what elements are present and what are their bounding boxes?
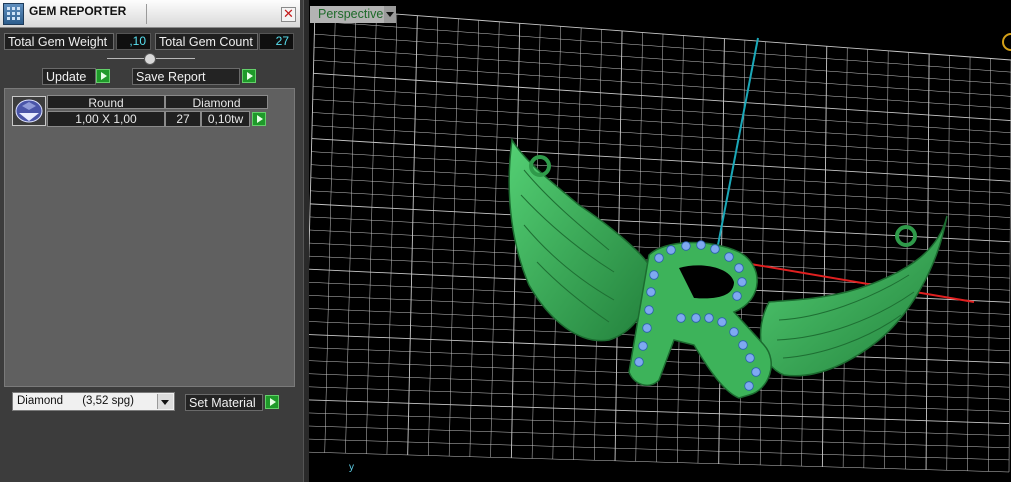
total-gem-weight-label: Total Gem Weight (4, 33, 114, 50)
round-gem-icon[interactable] (12, 96, 46, 126)
material-select-value: Diamond (3,52 spg) (17, 395, 134, 407)
panel-title: GEM REPORTER (29, 4, 127, 18)
gem-stone (676, 313, 686, 323)
chevron-down-icon[interactable] (157, 394, 173, 409)
gem-stone (729, 327, 739, 337)
save-report-button-label: Save Report (136, 70, 206, 84)
gem-stone (654, 253, 664, 263)
axis-indicator-y-label: y (349, 462, 354, 473)
gem-stone (724, 252, 734, 262)
column-header-shape: Round (47, 95, 165, 110)
total-gem-count-value: 27 (259, 33, 294, 50)
gem-stone (704, 313, 714, 323)
set-material-button[interactable]: Set Material (185, 394, 263, 411)
grid-line (309, 412, 1010, 436)
grid-line (309, 425, 1010, 449)
3d-viewport[interactable]: y (309, 0, 1011, 482)
gem-stone (737, 277, 747, 287)
gem-stone (696, 240, 706, 250)
construction-grid (309, 7, 1011, 473)
gem-stone (691, 313, 701, 323)
gem-stone (734, 263, 744, 273)
gem-reporter-app-icon (3, 3, 24, 25)
total-gem-weight-value: ,10 (116, 33, 151, 50)
gem-stone (732, 291, 742, 301)
grid-line (309, 451, 1010, 473)
panel-titlebar: GEM REPORTER ✕ (0, 0, 300, 28)
title-divider (146, 4, 147, 24)
gem-stone (649, 270, 659, 280)
gem-stone (710, 244, 720, 254)
left-wing (508, 137, 651, 342)
close-icon[interactable]: ✕ (281, 7, 296, 22)
gem-stone (717, 317, 727, 327)
gem-stone (642, 323, 652, 333)
gem-stone (666, 245, 676, 255)
gem-stone (644, 305, 654, 315)
total-gem-count-label: Total Gem Count (155, 33, 258, 50)
slider-handle[interactable] (144, 53, 156, 65)
gem-reporter-panel: GEM REPORTER ✕ Total Gem Weight ,10 Tota… (0, 0, 303, 482)
axis-indicator: y (349, 462, 363, 478)
material-select[interactable]: Diamond (3,52 spg) (12, 392, 175, 411)
gem-stone (638, 341, 648, 351)
gem-stone (634, 357, 644, 367)
gem-stone (751, 367, 761, 377)
letter-r-pendant (628, 240, 772, 399)
right-wing (759, 215, 948, 377)
view-menu-dropdown[interactable] (384, 6, 396, 23)
column-header-material: Diamond (165, 95, 268, 110)
set-material-play-icon[interactable] (265, 395, 279, 409)
viewport-scene[interactable] (309, 0, 1011, 482)
gem-stone (745, 353, 755, 363)
update-play-icon[interactable] (96, 69, 110, 83)
update-button-label: Update (46, 70, 87, 84)
update-button[interactable]: Update (42, 68, 96, 85)
view-cube-icon[interactable] (998, 32, 1011, 54)
gem-list-area: Round Diamond 1,00 X 1,00 27 0,10tw (4, 88, 295, 387)
gem-stone (738, 340, 748, 350)
gem-stone (744, 381, 754, 391)
gem-count-cell: 27 (165, 111, 201, 127)
save-report-play-icon[interactable] (242, 69, 256, 83)
view-name-tab[interactable]: Perspective (310, 6, 384, 23)
gem-stone (646, 287, 656, 297)
gem-stone (681, 241, 691, 251)
gem-weight-cell: 0,10tw (201, 111, 250, 127)
grid-line (309, 399, 1010, 424)
set-material-button-label: Set Material (189, 396, 256, 410)
gem-row-play-icon[interactable] (252, 112, 266, 126)
grid-line (309, 386, 1010, 412)
save-report-button[interactable]: Save Report (132, 68, 240, 85)
gem-size-cell: 1,00 X 1,00 (47, 111, 165, 127)
grid-line (309, 438, 1010, 461)
